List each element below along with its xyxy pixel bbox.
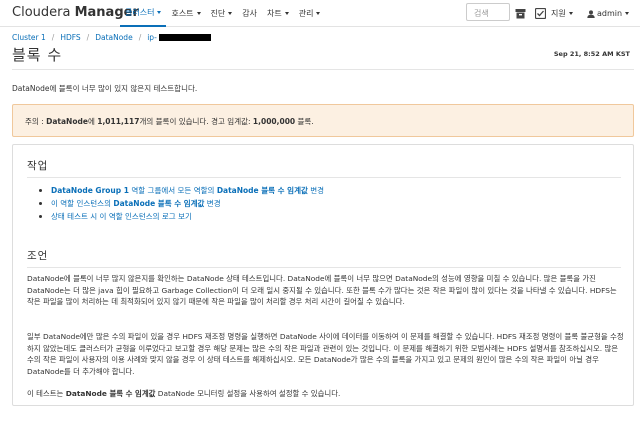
nav-clusters[interactable]: 클러스터 [120,0,167,27]
top-navbar: Cloudera Manager 클러스터 호스트 진단 감사 차트 관리 검색… [0,0,640,27]
actions-title: 작업 [27,160,49,172]
action-change-instance-threshold[interactable]: 이 역할 인스턴스의 DataNode 블록 수 임계값 변경 [39,197,324,210]
advice-setting-name: DataNode 블록 수 임계값 [65,389,156,398]
support-label: 지원 [551,9,566,18]
action-text: 변경 [307,186,325,195]
chevron-down-icon [284,12,289,15]
timestamp: Sep 21, 8:52 AM KST [553,50,630,58]
advice-text: 이 테스트는 [27,389,66,398]
details-panel: 작업 DataNode Group 1 역할 그룹에서 모든 역할의 DataN… [12,144,634,406]
main-nav: 클러스터 호스트 진단 감사 차트 관리 [120,0,325,27]
action-text: 상태 테스트 시 이 역할 인스턴스의 로그 보기 [51,212,192,221]
action-setting-name: DataNode 블록 수 임계값 [113,199,205,208]
actions-list: DataNode Group 1 역할 그룹에서 모든 역할의 DataNode… [39,184,324,223]
nav-audits-label: 감사 [242,9,258,18]
nav-administration-label: 관리 [298,9,314,18]
nav-hosts[interactable]: 호스트 [166,0,205,27]
nav-diagnostics[interactable]: 진단 [206,0,238,27]
alert-threshold: 1,000,000 [252,117,296,126]
nav-charts[interactable]: 차트 [262,0,294,27]
breadcrumb-separator: / [138,33,142,42]
action-group-name: DataNode Group 1 [51,186,129,195]
nav-hosts-label: 호스트 [171,9,194,18]
support-menu[interactable]: 지원 [551,0,573,27]
user-menu[interactable]: admin [587,0,630,27]
breadcrumb-cluster[interactable]: Cluster 1 [12,33,46,42]
redacted-hostname [158,34,211,41]
alert-text: 에 [87,117,98,126]
alert-text: 개의 블록이 있습니다. 경고 임계값: [139,117,253,126]
breadcrumb-hdfs[interactable]: HDFS [60,33,80,42]
advice-paragraph-2: 일부 DataNode에만 많은 수의 파일이 있을 경우 HDFS 재조정 명… [27,332,624,376]
nav-clusters-label: 클러스터 [125,8,155,17]
advice-text: DataNode 모니터링 설정을 사용하여 설정할 수 있습니다. [155,389,341,398]
test-description: DataNode에 블록이 너무 많이 있지 않은지 테스트합니다. [12,84,198,93]
actions-divider [27,177,621,178]
nav-administration[interactable]: 관리 [294,0,326,27]
breadcrumb-separator: / [86,33,90,42]
page-title: 블록 수 [12,46,63,64]
search-input[interactable]: 검색 [466,3,510,21]
parcel-icon[interactable] [513,6,527,20]
alert-prefix: 주의 : [25,117,47,126]
action-text: 역할 그룹에서 모든 역할의 [128,186,217,195]
chevron-down-icon [625,12,630,15]
advice-title: 조언 [27,250,49,262]
chevron-down-icon [157,11,162,14]
advice-paragraph-3: 이 테스트는 DataNode 블록 수 임계값 DataNode 모니터링 설… [27,388,625,400]
chevron-down-icon [568,12,573,15]
advice-paragraph-1: DataNode에 블록이 너무 많지 않은지를 확인하는 DataNode 상… [27,274,617,306]
alert-block-count: 1,011,117 [97,117,140,126]
user-label: admin [597,9,623,18]
nav-audits[interactable]: 감사 [237,0,262,27]
alert-role: DataNode [46,117,88,126]
tasks-icon[interactable] [533,6,547,20]
action-text: 변경 [204,199,221,208]
breadcrumb-datanode[interactable]: DataNode [95,33,132,42]
nav-charts-label: 차트 [267,9,282,18]
action-change-group-threshold[interactable]: DataNode Group 1 역할 그룹에서 모든 역할의 DataNode… [39,184,324,197]
title-divider [12,69,634,70]
action-text: 이 역할 인스턴스의 [51,199,114,208]
advice-divider [27,267,621,268]
chevron-down-icon [316,12,321,15]
action-setting-name: DataNode 블록 수 임계값 [216,186,308,195]
user-icon [587,9,595,18]
breadcrumb: Cluster 1 / HDFS / DataNode / ip- [12,33,211,42]
concern-alert: 주의 : DataNode에 1,011,117개의 블록이 있습니다. 경고 … [12,104,634,137]
alert-suffix: 블록. [295,117,314,126]
chevron-down-icon [228,12,233,15]
action-view-logs[interactable]: 상태 테스트 시 이 역할 인스턴스의 로그 보기 [39,210,324,223]
nav-diagnostics-label: 진단 [210,9,226,18]
breadcrumb-separator: / [51,33,55,42]
breadcrumb-host[interactable]: ip- [147,33,157,42]
brand-part1: Cloudera [12,5,71,20]
chevron-down-icon [196,12,201,15]
